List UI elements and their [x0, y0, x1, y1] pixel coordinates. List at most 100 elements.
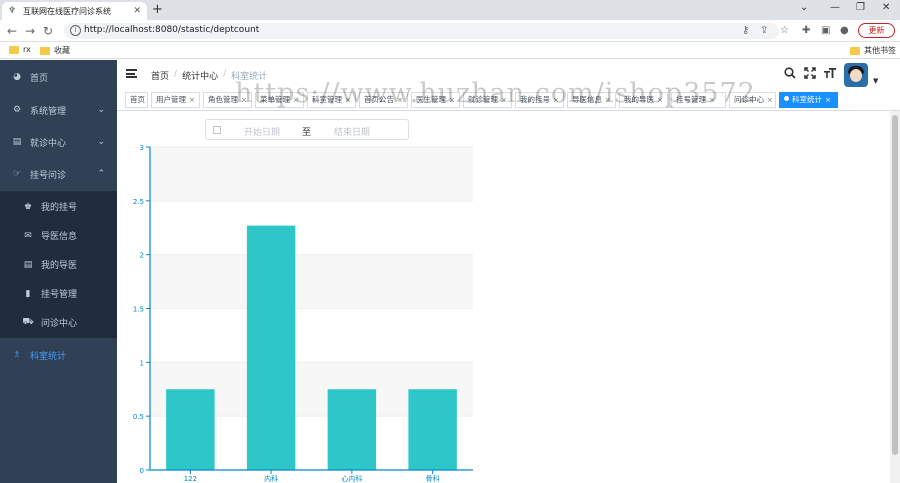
app-main: 开始日期 至 结束日期 0 0.5 1 1.5 2 2.5 3 122 内科 心内科 骨科: [117, 111, 890, 483]
list-icon: ▤: [23, 259, 33, 270]
y-tick-label-3: 1.5: [133, 306, 144, 314]
shirt-icon: ♚: [23, 201, 33, 212]
bookmark-folder-rx[interactable]: rx: [9, 45, 31, 54]
bookmarks-bar: rx 收藏 其他书签: [0, 42, 900, 59]
profile-icon[interactable]: ●: [840, 25, 849, 36]
folder-icon: [40, 46, 50, 55]
book-icon: ▮: [25, 288, 31, 299]
tab-search-icon[interactable]: ⌄: [800, 2, 808, 13]
scrollbar-thumb[interactable]: [892, 115, 898, 455]
new-tab-button[interactable]: +: [152, 3, 163, 17]
bar-2: [327, 389, 377, 470]
breadcrumb-item[interactable]: 首页: [151, 69, 169, 82]
extensions-icon[interactable]: ✚: [802, 25, 810, 36]
page-scrollbar[interactable]: [890, 111, 900, 483]
submenu-item-my-guide[interactable]: ▤ 我的导医: [0, 250, 117, 279]
bar-1: [246, 225, 296, 470]
bookmark-label: 其他书签: [864, 46, 896, 55]
chevron-down-icon: ⌄: [97, 137, 105, 147]
submenu-item-label: 导医信息: [41, 232, 78, 242]
submenu-item-label: 我的挂号: [41, 203, 78, 213]
avatar[interactable]: [844, 63, 868, 87]
submenu-registration: ♚ 我的挂号 ✉ 导医信息 ▤ 我的导医 ▮ 挂号管理 ⛟ 问诊中心: [0, 191, 117, 338]
sidebar-item-system[interactable]: ⚙ 系统管理 ⌄: [0, 94, 117, 126]
submenu-item-label: 我的导医: [41, 261, 78, 271]
breadcrumb-item[interactable]: 统计中心: [182, 69, 218, 82]
tag-label: 科室统计: [792, 95, 822, 104]
x-tick-label-0: 122: [184, 475, 197, 483]
y-tick-label-0: 0: [140, 467, 144, 475]
font-size-icon[interactable]: [824, 67, 836, 82]
y-tick-label-2: 1: [140, 359, 144, 367]
hand-icon: ☞: [12, 169, 22, 179]
search-icon[interactable]: [784, 67, 796, 82]
x-tick-label-1: 内科: [264, 474, 278, 483]
sidebar-item-dept-stats[interactable]: ♗ 科室统计: [0, 339, 117, 371]
tag-1[interactable]: 用户管理 ×: [151, 92, 200, 108]
caret-down-icon[interactable]: ▼: [873, 77, 878, 85]
reload-icon[interactable]: ↻: [43, 24, 53, 38]
bookmark-label: rx: [23, 45, 31, 54]
sidebar-item-visits[interactable]: ▤ 就诊中心 ⌄: [0, 126, 117, 158]
maximize-icon[interactable]: ❐: [856, 2, 865, 13]
tag-0[interactable]: 首页: [125, 92, 148, 108]
y-tick-label-5: 2.5: [133, 198, 144, 206]
browser-tabstrip: ♆ 互联网在线医疗问诊系统 ✕ + ⌄ — ❐ ✕: [0, 0, 900, 20]
bar-3: [408, 389, 457, 470]
url-text: http://localhost:8080/stastic/deptcount: [84, 25, 260, 35]
sidebar-item-label: 挂号问诊: [30, 170, 67, 181]
tag-label: 角色管理: [208, 95, 238, 104]
browser-tab-title: 互联网在线医疗问诊系统: [23, 6, 111, 16]
tag-close-icon[interactable]: ×: [825, 96, 831, 104]
watermark-text: https://www.huzhan.com/ishop3572: [235, 78, 756, 109]
dept-bar-chart: 0 0.5 1 1.5 2 2.5 3 122 内科 心内科 骨科: [133, 144, 473, 483]
url-field[interactable]: i http://localhost:8080/stastic/deptcoun…: [64, 23, 779, 39]
site-info-icon[interactable]: i: [70, 25, 81, 36]
split-area-2: [150, 308, 473, 363]
share-icon[interactable]: ⇪: [760, 25, 768, 36]
x-tick-label-3: 骨科: [426, 474, 440, 483]
split-area-4: [150, 200, 473, 255]
sidebar-item-label: 系统管理: [30, 106, 67, 117]
x-tick-label-2: 心内科: [341, 474, 362, 483]
update-button[interactable]: 更新: [858, 23, 895, 38]
chevron-down-icon: ⌄: [97, 105, 105, 115]
close-window-icon[interactable]: ✕: [882, 2, 890, 13]
sidebar-item-label: 就诊中心: [30, 138, 67, 149]
submenu-item-guide-info[interactable]: ✉ 导医信息: [0, 221, 117, 250]
tag-close-icon[interactable]: ×: [189, 96, 195, 104]
address-bar: ← → ↻ i http://localhost:8080/stastic/de…: [0, 20, 900, 42]
mail-icon: ✉: [24, 230, 32, 241]
bookmark-label: 收藏: [54, 46, 70, 55]
submenu-item-registration-manage[interactable]: ▮ 挂号管理: [0, 279, 117, 308]
gear-icon: ⚙: [12, 105, 22, 115]
sidebar-item-registration[interactable]: ☞ 挂号问诊 ⌃: [0, 158, 117, 190]
y-tick-label-6: 3: [140, 144, 144, 152]
sidebar-item-label: 科室统计: [30, 351, 67, 362]
close-tab-icon[interactable]: ✕: [133, 6, 141, 16]
hamburger-icon[interactable]: [126, 69, 137, 78]
tag-close-icon[interactable]: ×: [767, 96, 773, 104]
submenu-item-label: 问诊中心: [41, 319, 78, 329]
submenu-item-my-registration[interactable]: ♚ 我的挂号: [0, 192, 117, 221]
sidebar-item-label: 首页: [30, 73, 49, 84]
other-bookmarks[interactable]: 其他书签: [850, 45, 896, 56]
fullscreen-icon[interactable]: [804, 67, 816, 82]
cart-icon: ⛟: [22, 317, 34, 327]
app-favicon-icon: ♆: [8, 6, 17, 16]
split-area-3: [150, 254, 473, 309]
bookmark-folder-favorites[interactable]: 收藏: [40, 45, 70, 56]
browser-tab[interactable]: ♆ 互联网在线医疗问诊系统 ✕: [2, 2, 147, 20]
tag-13[interactable]: 科室统计 ×: [779, 92, 838, 108]
submenu-item-consult-center[interactable]: ⛟ 问诊中心: [0, 308, 117, 337]
key-icon[interactable]: ⚷: [742, 25, 749, 36]
folder-icon: [850, 46, 860, 55]
chevron-up-icon: ⌃: [97, 169, 105, 179]
sidebar-item-home[interactable]: ◕ 首页: [0, 61, 117, 93]
forward-icon[interactable]: →: [25, 24, 35, 38]
star-icon[interactable]: ☆: [780, 25, 789, 36]
sidepanel-icon[interactable]: ▣: [821, 25, 830, 36]
back-icon[interactable]: ←: [7, 24, 17, 38]
minimize-icon[interactable]: —: [830, 2, 840, 13]
folder-icon: [9, 45, 19, 54]
